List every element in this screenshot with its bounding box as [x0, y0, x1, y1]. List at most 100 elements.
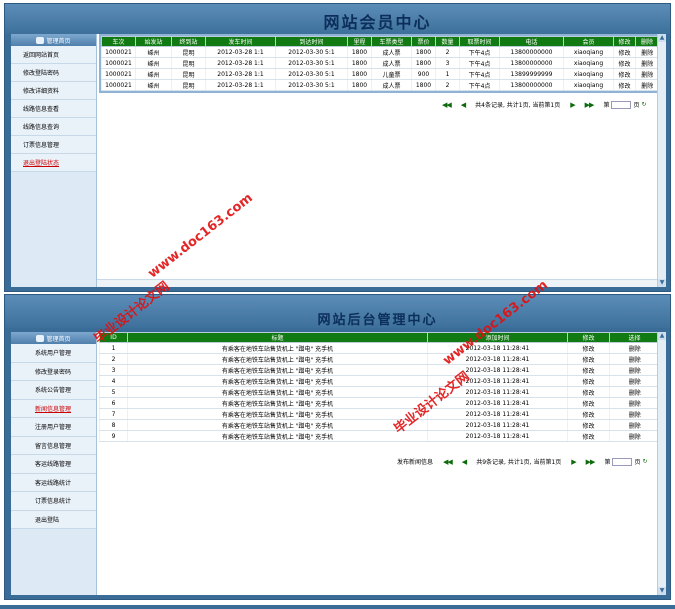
table-cell: 13800000000	[499, 46, 564, 58]
vertical-scrollbar[interactable]: ▲ ▼	[657, 34, 666, 287]
table-cell: 2012-03-28 1:1	[205, 46, 276, 58]
delete-link[interactable]: 删除	[609, 386, 660, 398]
prev-page-button[interactable]: ◀	[461, 101, 466, 109]
last-page-button[interactable]: ▶▶	[585, 101, 595, 109]
news-table-frame: ID 标题 添加时间 修改 选择 1 有乘客在地铁车站售货机上 "蹭电" 充手机 2012-…	[99, 332, 660, 442]
sidebar-item[interactable]: 注册用户管理	[11, 418, 96, 437]
edit-link[interactable]: 修改	[567, 408, 610, 420]
table-header: 车次 始发站 终到站 发车时间 到达时间 里程 车票类型 票价 数量 取票时间 电话 会员 修改 删除	[101, 36, 659, 47]
sidebar-item[interactable]: 客运线路统计	[11, 473, 96, 492]
table-row: 5 有乘客在地铁车站售货机上 "蹭电" 充手机 2012-03-18 11:28:4…	[99, 386, 660, 398]
page-title: 网站会员中心	[323, 13, 432, 32]
delete-link[interactable]: 删除	[609, 342, 660, 354]
edit-link[interactable]: 修改	[567, 430, 610, 442]
edit-link[interactable]: 修改	[567, 342, 610, 354]
first-page-button[interactable]: ◀◀	[443, 458, 453, 466]
orders-table: 车次 始发站 终到站 发车时间 到达时间 里程 车票类型 票价 数量 取票时间 电话 会员 修改 删除 1…	[101, 36, 659, 91]
edit-link[interactable]: 修改	[613, 68, 636, 80]
table-cell: 昆明	[171, 46, 206, 58]
horizontal-scrollbar[interactable]	[97, 279, 657, 287]
delete-link[interactable]: 删除	[635, 57, 659, 69]
sidebar-item[interactable]: 订票信息管理	[11, 136, 96, 154]
sidebar-item[interactable]: 返回网站首页	[11, 46, 96, 64]
column-header: 发车时间	[205, 36, 276, 47]
table-cell: 1800	[347, 79, 372, 91]
delete-link[interactable]: 删除	[609, 419, 660, 431]
page-number-input[interactable]	[612, 457, 633, 466]
scroll-up-icon[interactable]: ▲	[658, 34, 666, 42]
edit-link[interactable]: 修改	[613, 46, 636, 58]
edit-link[interactable]: 修改	[567, 397, 610, 409]
sidebar: 管理首页 返回网站首页 修改登陆密码 修改详细资料 线路信息查看 线路信息查询 订票信息管…	[11, 34, 97, 287]
edit-link[interactable]: 修改	[567, 419, 610, 431]
table-cell: 1	[435, 68, 460, 80]
table-cell: 2012-03-30 5:1	[275, 68, 348, 80]
edit-link[interactable]: 修改	[567, 386, 610, 398]
scroll-down-icon[interactable]: ▼	[658, 587, 666, 595]
table-cell: xiaoqiang	[563, 79, 614, 91]
table-cell: xiaoqiang	[563, 46, 614, 58]
sidebar-item[interactable]: 修改登录密码	[11, 362, 96, 381]
sidebar-item[interactable]: 修改登陆密码	[11, 64, 96, 82]
column-header: 车票类型	[371, 36, 412, 47]
table-cell: 嵊州	[135, 46, 172, 58]
delete-link[interactable]: 删除	[635, 68, 659, 80]
table-cell: 1800	[411, 46, 436, 58]
table-cell: 有乘客在地铁车站售货机上 "蹭电" 充手机	[127, 386, 428, 398]
edit-link[interactable]: 修改	[613, 57, 636, 69]
sidebar-item[interactable]: 客运线路管理	[11, 455, 96, 474]
sidebar-item[interactable]: 新闻信息管理	[11, 399, 96, 418]
table-cell: 6	[99, 397, 128, 409]
scroll-up-icon[interactable]: ▲	[658, 332, 666, 340]
sidebar-header[interactable]: 管理首页	[11, 332, 96, 344]
page-number-input[interactable]	[611, 100, 632, 109]
pagination-summary: 共4条记录, 共计1页, 当前第1页	[475, 102, 561, 109]
table-cell: 3	[435, 57, 460, 69]
edit-link[interactable]: 修改	[613, 79, 636, 91]
go-icon[interactable]: ↻	[642, 458, 647, 465]
delete-link[interactable]: 删除	[609, 353, 660, 365]
vertical-scrollbar[interactable]: ▲ ▼	[657, 332, 666, 595]
sidebar-item[interactable]: 退出登陆	[11, 510, 96, 529]
publish-news-link[interactable]: 发布新闻信息	[397, 457, 433, 466]
table-cell: 成人票	[371, 79, 412, 91]
edit-link[interactable]: 修改	[567, 353, 610, 365]
sidebar-item[interactable]: 订票信息统计	[11, 492, 96, 511]
delete-link[interactable]: 删除	[609, 397, 660, 409]
go-icon[interactable]: ↻	[641, 101, 646, 108]
delete-link[interactable]: 删除	[635, 46, 659, 58]
edit-link[interactable]: 修改	[567, 375, 610, 387]
delete-link[interactable]: 删除	[609, 408, 660, 420]
table-cell: 1000021	[101, 57, 136, 69]
sidebar-item[interactable]: 线路信息查看	[11, 100, 96, 118]
table-row: 1000021 嵊州 昆明 2012-03-28 1:1 2012-03-30 5:1 1…	[101, 46, 659, 58]
column-header: 取票时间	[459, 36, 500, 47]
sidebar-item[interactable]: 系统用户管理	[11, 344, 96, 363]
scroll-down-icon[interactable]: ▼	[658, 279, 666, 287]
delete-link[interactable]: 删除	[635, 79, 659, 91]
pagination: ◀◀ ◀ 共4条记录, 共计1页, 当前第1页 ▶ ▶▶ 第页 ↻	[442, 100, 647, 109]
first-page-button[interactable]: ◀◀	[442, 101, 452, 109]
edit-link[interactable]: 修改	[567, 364, 610, 376]
table-cell: 有乘客在地铁车站售货机上 "蹭电" 充手机	[127, 397, 428, 409]
sidebar-item[interactable]: 留言信息管理	[11, 436, 96, 455]
next-page-button[interactable]: ▶	[570, 101, 575, 109]
prev-page-button[interactable]: ◀	[462, 458, 467, 466]
delete-link[interactable]: 删除	[609, 375, 660, 387]
next-page-button[interactable]: ▶	[571, 458, 576, 466]
sidebar-item[interactable]: 线路信息查询	[11, 118, 96, 136]
table-cell: 2012-03-28 1:1	[205, 79, 276, 91]
column-header: 终到站	[171, 36, 206, 47]
delete-link[interactable]: 删除	[609, 430, 660, 442]
sidebar-item[interactable]: 修改详细资料	[11, 82, 96, 100]
sidebar-item[interactable]: 退出登陆状态	[11, 154, 96, 172]
table-cell: 900	[411, 68, 436, 80]
table-cell: 下午4点	[459, 68, 500, 80]
delete-link[interactable]: 删除	[609, 364, 660, 376]
last-page-button[interactable]: ▶▶	[586, 458, 596, 466]
column-header: 修改	[567, 332, 610, 343]
column-header: 车次	[101, 36, 136, 47]
sidebar-item[interactable]: 系统公告管理	[11, 381, 96, 400]
page-jump: 第页 ↻	[604, 457, 648, 466]
sidebar-header[interactable]: 管理首页	[11, 34, 96, 46]
